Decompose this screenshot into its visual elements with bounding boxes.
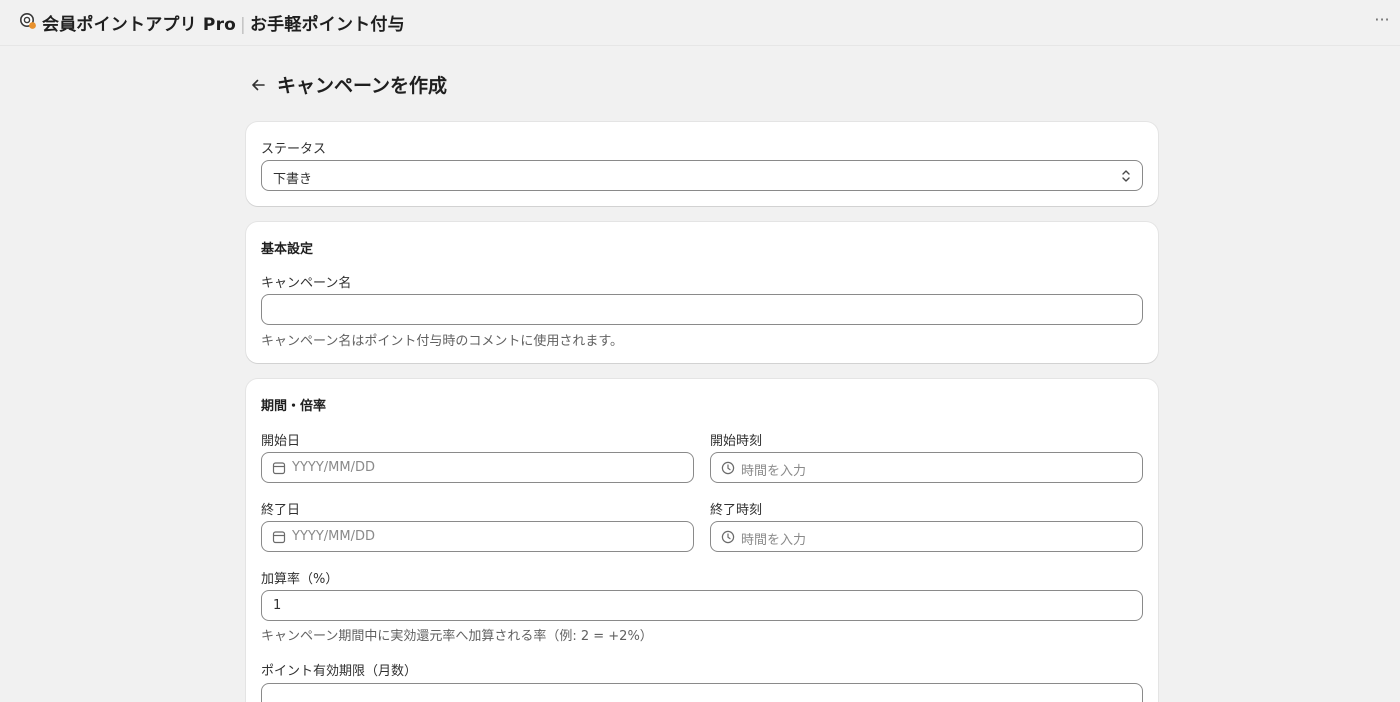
app-page-name: お手軽ポイント付与 [249, 15, 405, 35]
start-date-field[interactable]: YYYY/MM/DD [261, 452, 694, 483]
clock-icon [721, 530, 735, 544]
chevron-up-down-icon [1122, 170, 1130, 182]
app-name: 会員ポイントアプリ Pro [42, 15, 237, 35]
arrow-left-icon[interactable] [248, 76, 268, 94]
basic-settings-card: 基本設定 キャンペーン名 キャンペーン名はポイント付与時のコメントに使用されます… [246, 222, 1158, 363]
app-logo-icon [20, 13, 36, 29]
start-time-field[interactable]: 時間を入力 [710, 452, 1143, 483]
app-top-bar: 会員ポイントアプリ Pro | お手軽ポイント付与 ··· [0, 0, 1400, 46]
status-label: ステータス [261, 142, 327, 157]
rate-input[interactable] [262, 591, 1142, 620]
expiry-label: ポイント有効期限（月数） [261, 664, 418, 679]
start-date-label: 開始日 [261, 434, 301, 449]
title-separator: | [240, 15, 246, 35]
end-date-label: 終了日 [261, 503, 301, 518]
end-date-field[interactable]: YYYY/MM/DD [261, 521, 694, 552]
more-actions-button[interactable]: ··· [1372, 12, 1392, 32]
end-time-placeholder: 時間を入力 [741, 533, 807, 548]
campaign-name-label: キャンペーン名 [261, 276, 352, 291]
period-rate-card: 期間・倍率 開始日 YYYY/MM/DD 開始時刻 時間を入力 終了日 YYYY… [246, 379, 1158, 702]
status-select-value: 下書き [273, 172, 313, 187]
more-horizontal-icon: ··· [1374, 10, 1390, 29]
expiry-input[interactable] [262, 684, 1142, 702]
status-card: ステータス 下書き [246, 122, 1158, 206]
expiry-field[interactable] [261, 683, 1143, 702]
end-time-field[interactable]: 時間を入力 [710, 521, 1143, 552]
campaign-name-input[interactable] [262, 295, 1142, 324]
clock-icon [721, 461, 735, 475]
start-time-label: 開始時刻 [710, 434, 763, 449]
app-title: 会員ポイントアプリ Pro | お手軽ポイント付与 [42, 10, 405, 35]
page-title: キャンペーンを作成 [277, 75, 448, 97]
basic-settings-title: 基本設定 [261, 242, 314, 257]
calendar-icon [272, 531, 286, 544]
campaign-name-help: キャンペーン名はポイント付与時のコメントに使用されます。 [261, 334, 624, 349]
rate-field[interactable] [261, 590, 1143, 621]
end-date-placeholder: YYYY/MM/DD [292, 529, 375, 544]
rate-label: 加算率（%） [261, 572, 339, 587]
rate-help: キャンペーン期間中に実効還元率へ加算される率（例: 2 = +2%） [261, 629, 653, 644]
campaign-name-field[interactable] [261, 294, 1143, 325]
start-time-placeholder: 時間を入力 [741, 464, 807, 479]
end-time-label: 終了時刻 [710, 503, 763, 518]
start-date-placeholder: YYYY/MM/DD [292, 460, 375, 475]
calendar-icon [272, 462, 286, 475]
status-select[interactable]: 下書き [261, 160, 1143, 191]
period-rate-title: 期間・倍率 [261, 399, 327, 414]
